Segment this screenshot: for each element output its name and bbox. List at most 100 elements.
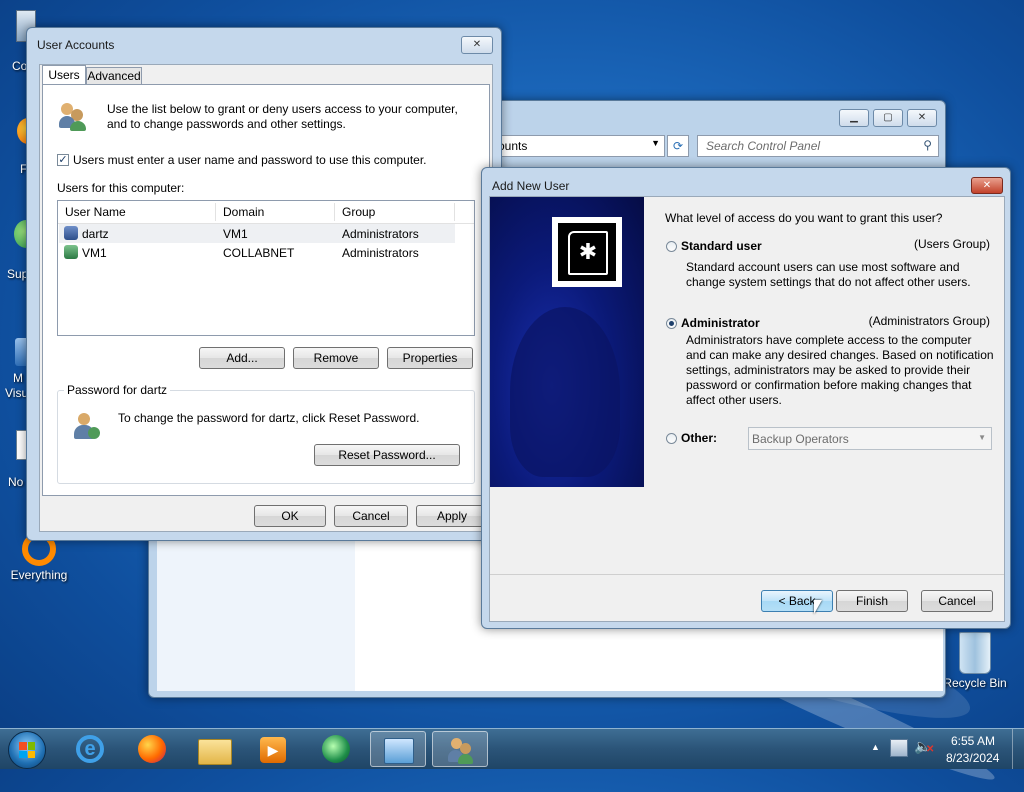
administrator-label[interactable]: Administrator (681, 316, 760, 330)
finish-button[interactable]: Finish (836, 590, 908, 612)
folder-icon (198, 739, 232, 765)
table-row[interactable]: VM1 COLLABNET Administrators (59, 243, 455, 262)
search-input[interactable]: Search Control Panel ⚲ (697, 135, 939, 157)
firefox-icon (138, 735, 166, 763)
column-header[interactable]: Group (342, 205, 375, 219)
apply-button[interactable]: Apply (416, 505, 488, 527)
users-icon (448, 736, 474, 764)
nav-pane (157, 541, 355, 691)
ok-button[interactable]: OK (254, 505, 326, 527)
dialog-client: ✱ What level of access do you want to gr… (489, 196, 1005, 622)
control-panel-icon (384, 738, 414, 764)
require-password-checkbox[interactable]: ✓ (57, 154, 69, 166)
show-desktop-button[interactable] (1012, 729, 1024, 769)
chevron-down-icon[interactable]: ▼ (651, 138, 660, 148)
tab-advanced[interactable]: Advanced (86, 67, 142, 85)
user-key-icon (74, 411, 102, 441)
desktop-icon-recycle-bin[interactable]: Recycle Bin (940, 632, 1010, 690)
tab-users[interactable]: Users (42, 65, 86, 86)
clock-date[interactable]: 8/23/2024 (946, 751, 999, 765)
action-center-icon[interactable] (890, 739, 908, 757)
start-button[interactable] (8, 731, 46, 769)
intro-text-2: and to change passwords and other settin… (107, 117, 346, 131)
taskbar-internet-explorer[interactable]: e (62, 731, 118, 767)
cancel-button[interactable]: Cancel (334, 505, 408, 527)
standard-user-radio[interactable] (666, 241, 677, 252)
cell-user-name: dartz (82, 227, 109, 241)
password-text: To change the password for dartz, click … (118, 411, 420, 425)
key-icon: ✱ (568, 231, 608, 275)
other-group-select[interactable]: Backup Operators ▼ (748, 427, 992, 450)
chevron-down-icon: ▼ (978, 433, 986, 442)
wizard-banner: ✱ (490, 197, 644, 487)
taskbar: e ▶ ▲ 🔈 ✕ 6:55 AM 8/23/2024 (0, 728, 1024, 769)
require-password-label: Users must enter a user name and passwor… (73, 153, 427, 167)
password-group: Password for dartz To change the passwor… (57, 383, 475, 484)
table-row[interactable]: dartz VM1 Administrators (59, 224, 455, 243)
administrator-desc-2: and can make any desired changes. Based … (686, 348, 994, 362)
user-accounts-window: User Accounts ✕ Users Advanced Use the l… (26, 27, 502, 541)
cancel-button[interactable]: Cancel (921, 590, 993, 612)
remove-button[interactable]: Remove (293, 347, 379, 369)
cell-domain: COLLABNET (223, 246, 295, 260)
search-icon[interactable]: ⚲ (923, 138, 932, 152)
tab-label: Users (48, 68, 80, 82)
password-group-label: Password for dartz (64, 383, 171, 397)
back-button[interactable]: < Back (761, 590, 833, 612)
other-label[interactable]: Other: (681, 431, 717, 445)
close-button[interactable]: ✕ (461, 36, 493, 54)
add-new-user-window: Add New User ✕ ✱ What level of access do… (481, 167, 1011, 629)
administrator-desc-5: affect other users. (686, 393, 782, 407)
show-hidden-icons-icon[interactable]: ▲ (871, 742, 880, 752)
close-button[interactable]: ✕ (971, 177, 1003, 194)
taskbar-app[interactable] (308, 731, 364, 767)
close-button[interactable]: ✕ (907, 109, 937, 127)
close-icon: ✕ (982, 180, 992, 191)
address-bar[interactable]: ounts ▼ (489, 135, 665, 157)
close-icon: ✕ (472, 39, 482, 50)
minimize-button[interactable]: ▁ (839, 109, 869, 127)
access-question: What level of access do you want to gran… (665, 211, 943, 225)
standard-user-desc-2: change system settings that do not affec… (686, 275, 971, 289)
windows-logo-icon (19, 742, 35, 758)
taskbar-media-player[interactable]: ▶ (246, 731, 302, 767)
other-group-value: Backup Operators (752, 432, 849, 446)
administrator-radio[interactable] (666, 318, 677, 329)
other-radio[interactable] (666, 433, 677, 444)
refresh-button[interactable]: ⟳ (667, 135, 689, 157)
close-icon: ✕ (917, 112, 927, 123)
muted-icon: ✕ (926, 744, 935, 755)
table-header: User Name Domain Group (58, 201, 474, 224)
tab-label: Advanced (87, 69, 141, 83)
separator (490, 574, 1004, 575)
app-icon (322, 735, 350, 763)
users-list-label: Users for this computer: (57, 181, 185, 195)
taskbar-control-panel[interactable] (370, 731, 426, 767)
taskbar-user-accounts[interactable] (432, 731, 488, 767)
maximize-icon: ▢ (883, 112, 893, 123)
cell-domain: VM1 (223, 227, 248, 241)
window-title: Add New User (492, 179, 570, 193)
mouse-cursor-icon (814, 600, 822, 614)
clock-time[interactable]: 6:55 AM (951, 734, 995, 748)
reset-password-button[interactable]: Reset Password... (314, 444, 460, 466)
add-button[interactable]: Add... (199, 347, 285, 369)
cell-user-name: VM1 (82, 246, 107, 260)
column-header[interactable]: User Name (65, 205, 126, 219)
cell-group: Administrators (342, 227, 419, 241)
users-icon (59, 101, 87, 131)
taskbar-explorer[interactable] (186, 731, 242, 767)
user-icon (64, 245, 78, 259)
intro-text-1: Use the list below to grant or deny user… (107, 102, 458, 116)
administrator-desc-3: settings, administrators may be asked to… (686, 363, 971, 377)
taskbar-firefox[interactable] (124, 731, 180, 767)
column-header[interactable]: Domain (223, 205, 264, 219)
desktop-icon-label: Recycle Bin (943, 676, 1007, 690)
wizard-logo: ✱ (552, 217, 622, 287)
properties-button[interactable]: Properties (387, 347, 473, 369)
cell-group: Administrators (342, 246, 419, 260)
maximize-button[interactable]: ▢ (873, 109, 903, 127)
users-table[interactable]: User Name Domain Group dartz VM1 Adminis… (57, 200, 475, 336)
standard-user-label[interactable]: Standard user (681, 239, 762, 253)
desktop-icon-label: Visu (5, 386, 29, 400)
